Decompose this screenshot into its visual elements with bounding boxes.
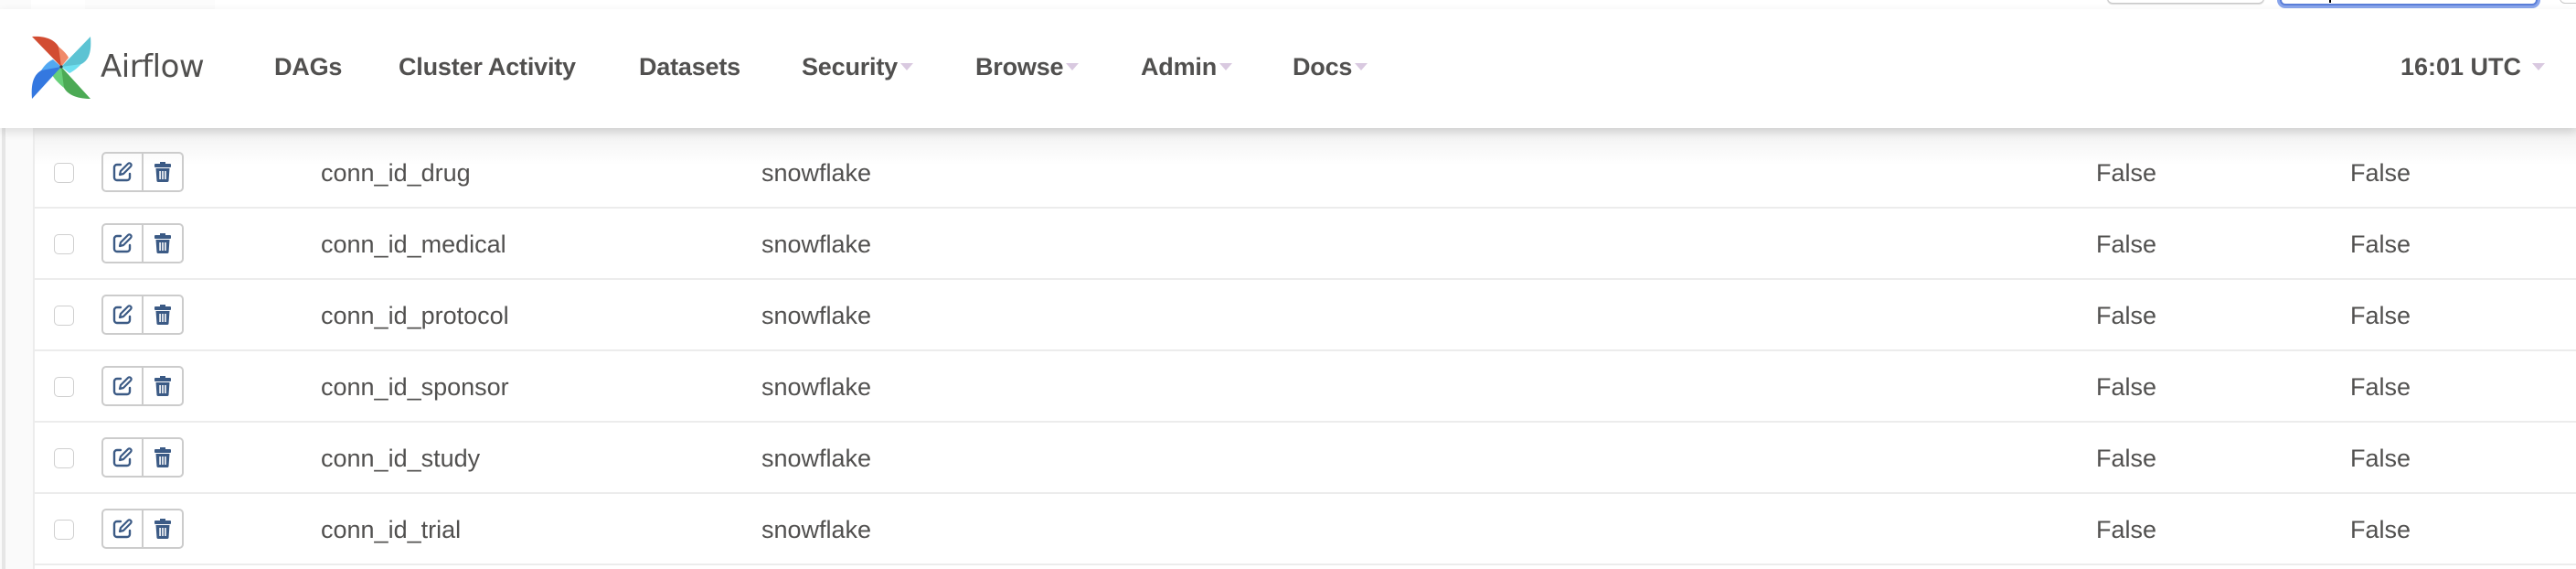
current-time: 16:01 UTC bbox=[2400, 53, 2522, 81]
trash-icon bbox=[154, 519, 171, 540]
table-row: conn_id_sponsor snowflake False False bbox=[35, 351, 2576, 423]
trash-icon bbox=[154, 162, 171, 183]
edit-icon bbox=[112, 376, 133, 396]
trash-icon bbox=[154, 233, 171, 254]
edit-record-button[interactable] bbox=[103, 225, 142, 262]
nav-browse[interactable]: Browse bbox=[975, 53, 1080, 81]
row-select-checkbox[interactable] bbox=[54, 163, 74, 183]
nav-admin[interactable]: Admin bbox=[1141, 53, 1232, 81]
nav-label: Datasets bbox=[639, 53, 740, 81]
conn-id-cell: conn_id_drug bbox=[321, 159, 471, 187]
row-actions bbox=[101, 152, 184, 192]
delete-record-button[interactable] bbox=[142, 510, 182, 547]
boolean-cell: False bbox=[2096, 159, 2157, 187]
nav-label: DAGs bbox=[274, 53, 343, 81]
delete-record-button[interactable] bbox=[142, 154, 182, 190]
airflow-pinwheel-logo-icon bbox=[31, 36, 91, 99]
conn-type-cell: snowflake bbox=[761, 302, 872, 329]
edit-icon bbox=[112, 519, 133, 539]
row-select-checkbox[interactable] bbox=[54, 377, 74, 397]
caret-down-icon bbox=[2532, 62, 2546, 70]
navbar: Airflow DAGs Cluster Activity Datasets S… bbox=[0, 9, 2576, 128]
row-select-checkbox[interactable] bbox=[54, 448, 74, 468]
nav-security[interactable]: Security bbox=[802, 53, 913, 81]
boolean-cell: False bbox=[2096, 373, 2157, 401]
nav-label: Admin bbox=[1141, 53, 1217, 81]
nav-label: Docs bbox=[1293, 53, 1353, 81]
table-row: conn_id_drug snowflake False False bbox=[35, 137, 2576, 209]
partial-button[interactable] bbox=[2560, 0, 2576, 4]
row-actions bbox=[101, 295, 184, 335]
caret-down-icon bbox=[1066, 62, 1080, 70]
conn-type-cell: snowflake bbox=[761, 516, 872, 543]
nav-docs[interactable]: Docs bbox=[1293, 53, 1368, 81]
caret-down-icon bbox=[1355, 62, 1368, 70]
nav-label: Security bbox=[802, 53, 898, 81]
boolean-cell: False bbox=[2350, 231, 2411, 258]
delete-record-button[interactable] bbox=[142, 225, 182, 262]
conn-id-cell: conn_id_study bbox=[321, 445, 481, 472]
conn-type-cell: snowflake bbox=[761, 373, 872, 401]
brand-link[interactable]: Airflow bbox=[27, 35, 205, 99]
boolean-cell: False bbox=[2096, 516, 2157, 543]
conn-id-cell: conn_id_protocol bbox=[321, 302, 509, 329]
delete-record-button[interactable] bbox=[142, 439, 182, 476]
boolean-cell: False bbox=[2096, 302, 2157, 329]
nav-label: Cluster Activity bbox=[399, 53, 576, 81]
delete-record-button[interactable] bbox=[142, 368, 182, 404]
boolean-cell: False bbox=[2096, 445, 2157, 472]
row-actions bbox=[101, 509, 184, 549]
focused-input[interactable] bbox=[2280, 0, 2538, 5]
boolean-cell: False bbox=[2350, 302, 2411, 329]
edit-record-button[interactable] bbox=[103, 510, 142, 547]
nav-cluster-activity[interactable]: Cluster Activity bbox=[399, 53, 576, 81]
edit-icon bbox=[112, 233, 133, 253]
brand-name: Airflow bbox=[101, 48, 205, 85]
trash-icon bbox=[154, 447, 171, 468]
conn-type-cell: snowflake bbox=[761, 231, 872, 258]
boolean-cell: False bbox=[2350, 445, 2411, 472]
top-controls-strip bbox=[0, 0, 2576, 15]
conn-type-cell: snowflake bbox=[761, 159, 872, 187]
conn-id-cell: conn_id_trial bbox=[321, 516, 462, 543]
text-cursor bbox=[2329, 0, 2331, 3]
boolean-cell: False bbox=[2350, 373, 2411, 401]
table-row: conn_id_trial snowflake False False bbox=[35, 494, 2576, 565]
row-actions bbox=[101, 437, 184, 478]
table-row: conn_id_medical snowflake False False bbox=[35, 209, 2576, 280]
delete-record-button[interactable] bbox=[142, 296, 182, 333]
nav-dags[interactable]: DAGs bbox=[274, 53, 342, 81]
edit-record-button[interactable] bbox=[103, 439, 142, 476]
caret-down-icon bbox=[1219, 62, 1232, 70]
edit-record-button[interactable] bbox=[103, 154, 142, 190]
edit-icon bbox=[112, 162, 133, 182]
boolean-cell: False bbox=[2350, 516, 2411, 543]
boolean-cell: False bbox=[2096, 231, 2157, 258]
edit-record-button[interactable] bbox=[103, 368, 142, 404]
nav-datasets[interactable]: Datasets bbox=[639, 53, 740, 81]
row-actions bbox=[101, 223, 184, 263]
row-actions bbox=[101, 366, 184, 406]
trash-icon bbox=[154, 305, 171, 326]
conn-id-cell: conn_id_sponsor bbox=[321, 373, 509, 401]
conn-id-cell: conn_id_medical bbox=[321, 231, 506, 258]
timezone-dropdown[interactable]: 16:01 UTC bbox=[2400, 53, 2546, 81]
partial-button[interactable] bbox=[2107, 0, 2264, 4]
table-row: conn_id_study snowflake False False bbox=[35, 423, 2576, 494]
edit-record-button[interactable] bbox=[103, 296, 142, 333]
edit-icon bbox=[112, 447, 133, 467]
table-row: conn_id_protocol snowflake False False bbox=[35, 280, 2576, 351]
boolean-cell: False bbox=[2350, 159, 2411, 187]
row-select-checkbox[interactable] bbox=[54, 520, 74, 540]
row-select-checkbox[interactable] bbox=[54, 234, 74, 254]
caret-down-icon bbox=[899, 62, 913, 70]
conn-type-cell: snowflake bbox=[761, 445, 872, 472]
edit-icon bbox=[112, 305, 133, 325]
nav-label: Browse bbox=[975, 53, 1064, 81]
row-select-checkbox[interactable] bbox=[54, 306, 74, 326]
trash-icon bbox=[154, 376, 171, 397]
scroll-edge bbox=[2, 128, 5, 569]
